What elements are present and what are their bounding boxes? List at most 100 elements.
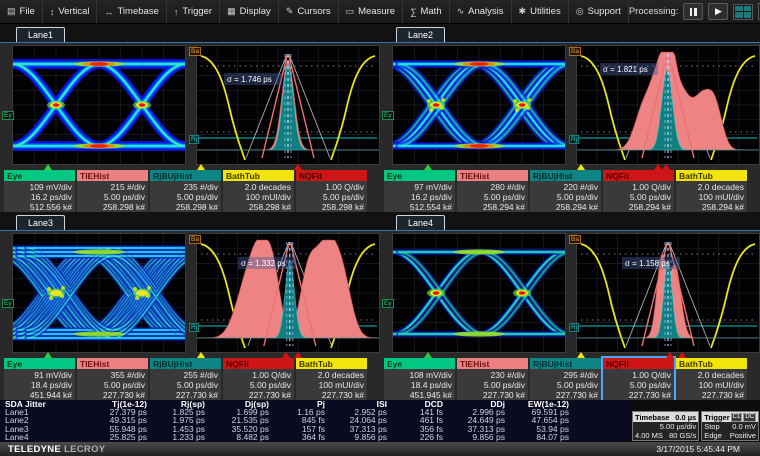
descriptor-values: 1.00 Q/div5.00 ps/div227.730 k# [603,369,674,401]
descriptor-title: NQFit [223,358,294,369]
lane1-tabbar: Lane1 [0,24,380,43]
descriptor-rjbujhist[interactable]: RjBUjHist235 #/div5.00 ps/div258.298 k# [150,170,221,213]
descriptor-bathtub[interactable]: BathTub2.0 decades100 mUI/div258.298 k# [223,170,294,213]
descriptor-tiehist[interactable]: TIEHist230 #/div5.00 ps/div227.730 k# [457,358,528,401]
svg-text:σ = 1.821 ps: σ = 1.821 ps [603,65,648,74]
descriptor-nqfit[interactable]: NQFit1.00 Q/div5.00 ps/div227.730 k# [223,358,294,401]
descriptor-tiehist[interactable]: TIEHist280 #/div5.00 ps/div258.294 k# [457,170,528,213]
mosaic-view-icon[interactable] [733,4,753,20]
jitter-value: 9.856 ps [447,433,509,441]
menu-utilities[interactable]: ✱Utilities [512,0,569,23]
descriptor-bathtub[interactable]: BathTub2.0 decades100 mUI/div227.730 k# [296,358,367,401]
lane1-descriptors: Eye109 mV/div16.2 ps/div512.556 k#TIEHis… [0,170,380,213]
descriptor-title: TIEHist [457,170,528,181]
lane3-plots: σ = 1.332 ps Ey Ba Rj [0,231,380,357]
menu-analysis[interactable]: ∿Analysis [450,0,512,23]
menu-cursors[interactable]: ✎Cursors [279,0,339,23]
math-icon: ∑ [410,7,416,17]
lane2-tabbar: Lane2 [380,24,760,43]
descriptor-nqfit[interactable]: NQFit1.00 Q/div5.00 ps/div258.294 k# [603,170,674,213]
descriptor-title: BathTub [676,170,747,181]
descriptor-tiehist[interactable]: TIEHist355 #/div5.00 ps/div227.730 k# [77,358,148,401]
menu-label: Utilities [530,6,561,17]
descriptor-eye[interactable]: Eye91 mV/div18.4 ps/div451.944 k# [4,358,75,401]
descriptor-rjbujhist[interactable]: RjBUjHist255 #/div5.00 ps/div227.730 k# [150,358,221,401]
tab-lane2[interactable]: Lane2 [396,27,445,42]
descriptor-eye[interactable]: Eye108 mV/div18.4 ps/div451.945 k# [384,358,455,401]
menu-vertical[interactable]: ↕Vertical [43,0,98,23]
cursors-icon: ✎ [286,6,294,17]
tab-lane1[interactable]: Lane1 [16,27,65,42]
lane2-descriptors: Eye97 mV/div16.2 ps/div512.554 k#TIEHist… [380,170,760,213]
descriptor-nqfit[interactable]: NQFit1.00 Q/div5.00 ps/div227.730 k# [603,358,674,401]
eye-diagram-plot[interactable] [392,45,566,165]
descriptor-nqfit[interactable]: NQFit1.00 Q/div5.00 ps/div258.298 k# [296,170,367,213]
descriptor-eye[interactable]: Eye97 mV/div16.2 ps/div512.554 k# [384,170,455,213]
timebase-per-div: 5.00 µs/div [660,422,696,431]
descriptor-bathtub[interactable]: BathTub2.0 decades100 mUI/div227.730 k# [676,358,747,401]
descriptor-values: 2.0 decades100 mUI/div258.298 k# [223,181,294,213]
menu-measure[interactable]: ▭Measure [339,0,403,23]
marker-red [678,352,686,358]
jitter-histogram-plot[interactable]: σ = 1.332 ps [196,233,380,353]
descriptor-values: 295 #/div5.00 ps/div227.730 k# [530,369,601,401]
jitter-histogram-plot[interactable]: σ = 1.158 ps [576,233,760,353]
descriptor-tiehist[interactable]: TIEHist215 #/div5.00 ps/div258.298 k# [77,170,148,213]
trigger-icon: ↑ [174,7,179,17]
descriptor-rjbujhist[interactable]: RjBUjHist220 #/div5.00 ps/div258.294 k# [530,170,601,213]
descriptor-values: 215 #/div5.00 ps/div258.298 k# [77,181,148,213]
menubar-items: ▤File↕Vertical↔Timebase↑Trigger▦Display✎… [0,0,629,23]
trigger-level: 0.0 mV [732,422,756,431]
descriptor-values: 235 #/div5.00 ps/div258.298 k# [150,181,221,213]
lane1-panel: Lane1 σ = 1.746 ps Ey Ba Rj Eye109 mV/di… [0,24,380,212]
menu-label: Display [240,6,271,17]
eye-diagram-plot[interactable] [392,233,566,353]
descriptor-values: 97 mV/div16.2 ps/div512.554 k# [384,181,455,213]
menu-support[interactable]: ◎Support [569,0,629,23]
trigger-descriptor[interactable]: Trigger C1DC Stop 0.0 mV Edge Positive [701,411,759,441]
menu-trigger[interactable]: ↑Trigger [167,0,220,23]
processing-pause-button[interactable] [683,3,703,20]
svg-text:σ = 1.158 ps: σ = 1.158 ps [625,259,670,268]
descriptor-rjbujhist[interactable]: RjBUjHist295 #/div5.00 ps/div227.730 k# [530,358,601,401]
brand-teledyne: TELEDYNE [8,444,61,455]
eye-diagram-plot[interactable] [12,45,186,165]
jitter-histogram-plot[interactable]: σ = 1.746 ps [196,45,380,165]
jitter-histogram-plot[interactable]: σ = 1.821 ps [576,45,760,165]
vertical-icon: ↕ [50,7,55,17]
lane4-tabbar: Lane4 [380,212,760,231]
brand-lecroy: LECROY [64,444,105,455]
tab-lane3[interactable]: Lane3 [16,215,65,230]
descriptor-title: BathTub [676,358,747,369]
rj-trace-badge: Rj [189,323,199,332]
timebase-descriptor[interactable]: Timebase 0.0 µs 5.00 µs/div 4.00 MS 80 G… [632,411,699,441]
jitter-lane-name: Lane4 [5,433,89,441]
brand-logo: TELEDYNE LECROY [8,444,105,455]
timebase-title: Timebase [635,413,669,422]
menubar: ▤File↕Vertical↔Timebase↑Trigger▦Display✎… [0,0,760,24]
menu-label: Analysis [468,6,503,17]
eye-diagram-plot[interactable] [12,233,186,353]
marker-red [654,164,662,170]
lane4-plots: σ = 1.158 ps Ey Ba Rj [380,231,760,357]
lane4-descriptors: Eye108 mV/div18.4 ps/div451.945 k#TIEHis… [380,358,760,401]
descriptor-eye[interactable]: Eye109 mV/div16.2 ps/div512.556 k# [4,170,75,213]
svg-text:σ = 1.746 ps: σ = 1.746 ps [227,75,272,84]
menu-file[interactable]: ▤File [0,0,43,23]
lane3-tabbar: Lane3 [0,212,380,231]
tab-lane4[interactable]: Lane4 [396,215,445,230]
processing-play-button[interactable]: ▶ [708,3,728,20]
descriptor-bathtub[interactable]: BathTub2.0 decades100 mUI/div258.294 k# [676,170,747,213]
menu-timebase[interactable]: ↔Timebase [97,0,166,23]
descriptor-values: 1.00 Q/div5.00 ps/div258.298 k# [296,181,367,213]
marker-yellow [577,164,585,170]
descriptor-title: RjBUjHist [530,170,601,181]
menu-math[interactable]: ∑Math [403,0,450,23]
svg-text:σ = 1.332 ps: σ = 1.332 ps [241,259,286,268]
menu-display[interactable]: ▦Display [220,0,279,23]
menubar-right: Processing: ▶ Mosaic Zoom Undo↶ [629,2,760,21]
eye-trace-badge: Ey [382,111,394,120]
bathtub-trace-badge: Ba [189,47,201,56]
eye-trace-badge: Ey [382,299,394,308]
eye-trace-badge: Ey [2,111,14,120]
